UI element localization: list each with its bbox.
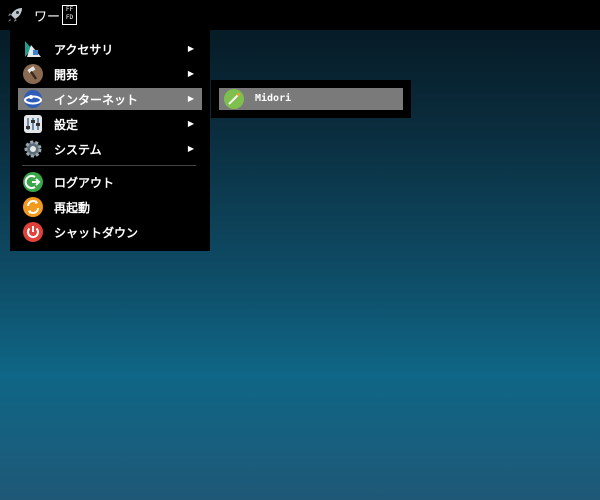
submenu-item-label: Midori <box>255 93 292 104</box>
menu-item-label: ログアウト <box>54 176 115 190</box>
application-menu: アクセサリ ▶ 開発 ▶ インターネット ▶ 設定 ▶ システム ▶ ログアウト… <box>10 30 210 251</box>
menu-item-label: インターネット <box>54 93 139 107</box>
menu-item-development[interactable]: 開発 ▶ <box>18 63 202 85</box>
menu-item-system[interactable]: システム ▶ <box>18 138 202 160</box>
reboot-icon <box>23 197 43 217</box>
submenu-arrow-icon: ▶ <box>187 44 194 53</box>
menu-item-label: 再起動 <box>54 201 91 215</box>
menu-item-label: 開発 <box>54 68 79 82</box>
menu-item-label: アクセサリ <box>54 43 114 57</box>
settings-panel-icon <box>24 115 42 133</box>
midori-icon <box>224 89 244 109</box>
internet-submenu: Midori <box>211 80 411 118</box>
menu-item-logout[interactable]: ログアウト <box>18 171 202 193</box>
menu-item-label: システム <box>54 143 102 157</box>
submenu-arrow-icon: ▶ <box>187 144 194 153</box>
top-panel: ワー FF FD <box>0 0 600 30</box>
submenu-item-midori[interactable]: Midori <box>219 88 403 110</box>
power-icon <box>23 222 43 242</box>
menu-item-reboot[interactable]: 再起動 <box>18 196 202 218</box>
panel-title: ワー <box>34 10 61 25</box>
menu-item-settings[interactable]: 設定 ▶ <box>18 113 202 135</box>
menu-separator <box>22 165 196 166</box>
submenu-arrow-icon: ▶ <box>187 69 194 78</box>
menu-item-shutdown[interactable]: シャットダウン <box>18 221 202 243</box>
menu-item-internet[interactable]: インターネット ▶ <box>18 88 202 110</box>
hammer-icon <box>23 64 43 84</box>
submenu-arrow-icon: ▶ <box>187 94 194 103</box>
logout-icon <box>23 172 43 192</box>
menu-item-label: シャットダウン <box>54 226 139 240</box>
rocket-icon[interactable] <box>5 5 25 25</box>
unicode-glyph-box: FF FD <box>62 5 77 25</box>
submenu-arrow-icon: ▶ <box>187 119 194 128</box>
menu-item-accessories[interactable]: アクセサリ ▶ <box>18 38 202 60</box>
gear-icon <box>24 140 42 158</box>
accessories-icon <box>25 41 41 57</box>
globe-icon <box>24 90 42 108</box>
menu-item-label: 設定 <box>54 118 79 132</box>
